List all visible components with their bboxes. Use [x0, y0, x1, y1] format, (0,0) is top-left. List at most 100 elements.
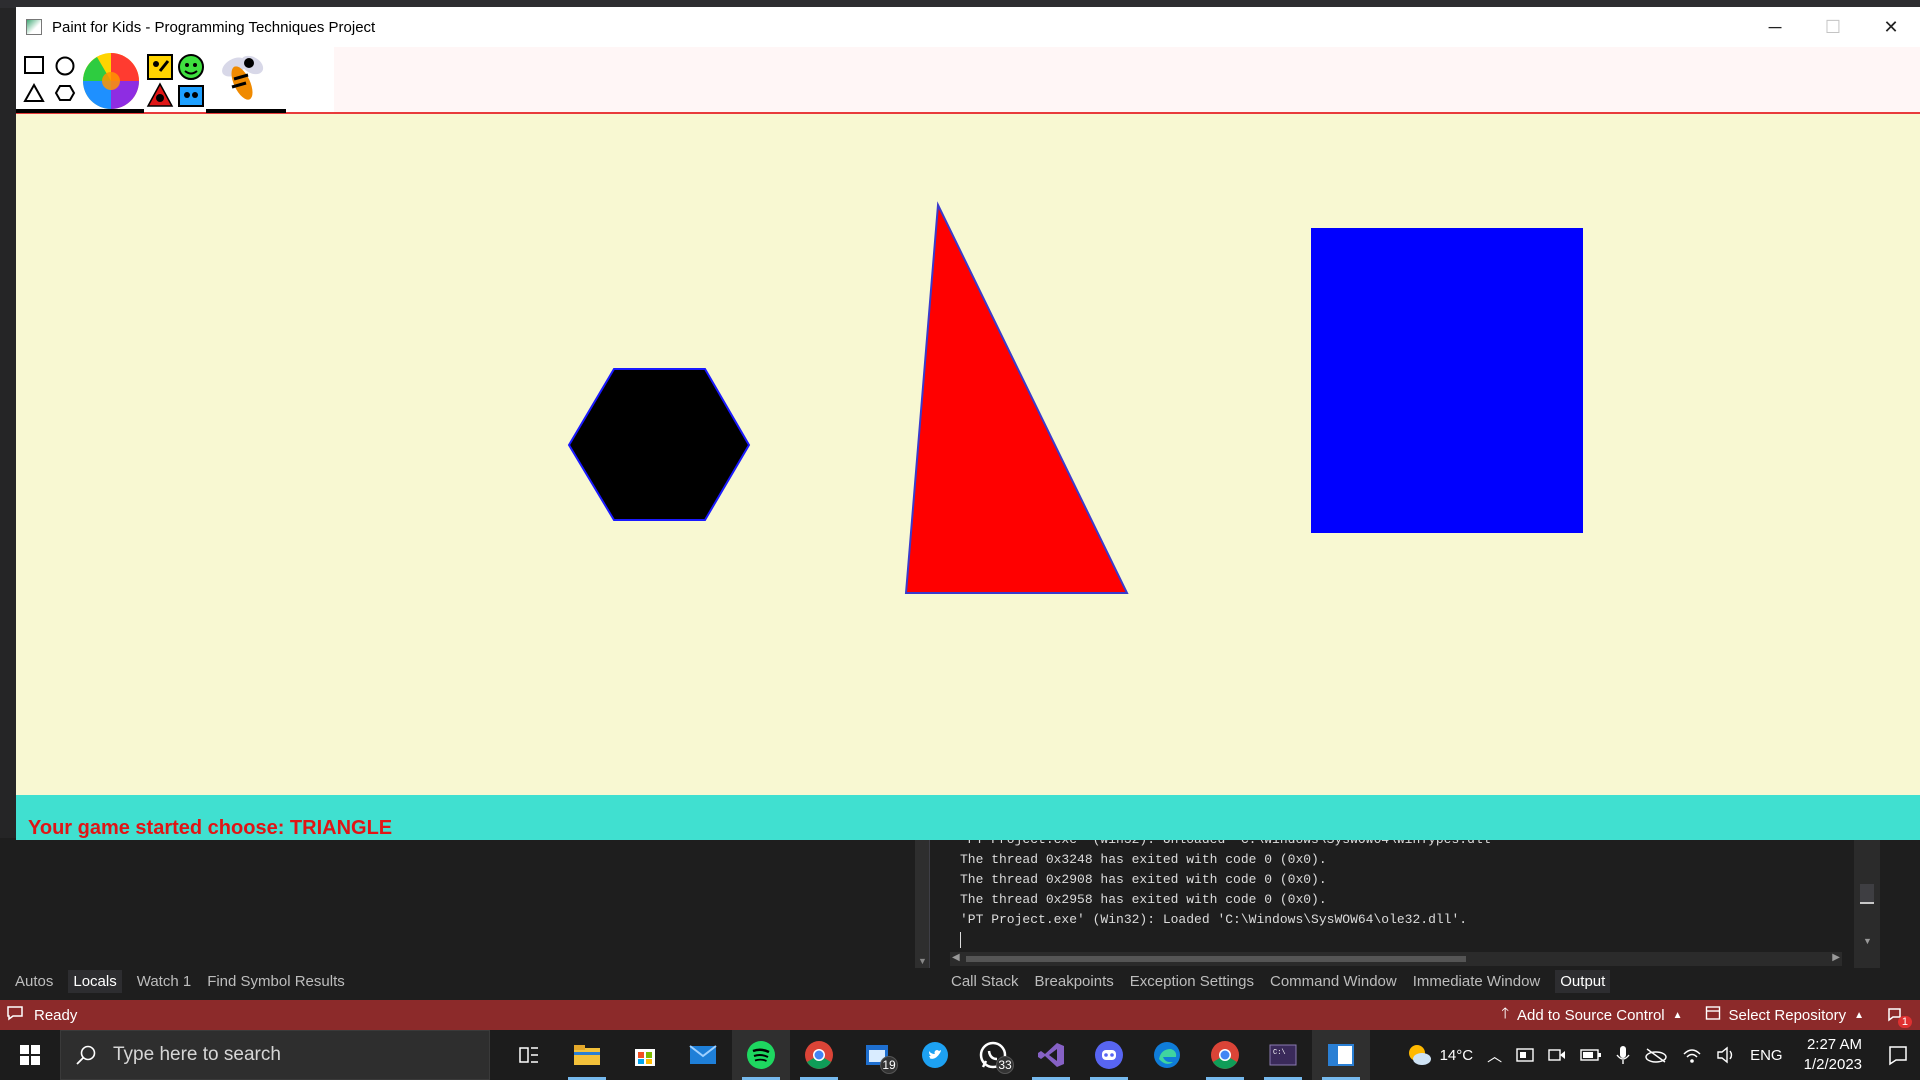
tool-group-underline [206, 109, 286, 113]
visual-studio-icon [1038, 1043, 1064, 1067]
repository-label: Select Repository [1728, 1006, 1847, 1024]
minimize-button[interactable]: ─ [1746, 7, 1804, 47]
weather-temperature: 14°C [1439, 1046, 1474, 1064]
game-status-message: Your game started choose: TRIANGLE [28, 817, 393, 839]
notification-badge: 19 [880, 1056, 898, 1074]
microsoft-store-button[interactable] [616, 1030, 674, 1080]
spotify-button[interactable] [732, 1030, 790, 1080]
taskbar-clock[interactable]: 2:27 AM 1/2/2023 [1790, 1035, 1876, 1075]
message-icon[interactable] [6, 1004, 24, 1026]
debug-tabs-left: Autos Locals Watch 1 Find Symbol Results [14, 968, 346, 994]
scroll-right-icon[interactable]: ▶ [1832, 952, 1840, 963]
color-palette-icon[interactable] [79, 51, 143, 111]
scroll-thumb[interactable] [1860, 884, 1874, 904]
output-line: The thread 0x2908 has exited with code 0… [960, 872, 1327, 887]
task-view-button[interactable] [500, 1030, 558, 1080]
volume-icon[interactable] [1709, 1030, 1743, 1080]
terminal-button[interactable]: C:\ [1254, 1030, 1312, 1080]
scroll-down-icon[interactable]: ▼ [918, 956, 927, 966]
tool-group-underline [16, 109, 144, 113]
store-icon [635, 1049, 655, 1066]
tab-autos[interactable]: Autos [14, 970, 54, 993]
mail-button[interactable] [674, 1030, 732, 1080]
square-shape[interactable] [1311, 228, 1583, 533]
visual-studio-button[interactable] [1022, 1030, 1080, 1080]
onedrive-icon[interactable] [1637, 1030, 1675, 1080]
scroll-thumb[interactable] [966, 956, 1466, 962]
notification-badge: 33 [996, 1056, 1014, 1074]
show-hidden-icons-button[interactable]: ︿ [1480, 1030, 1509, 1080]
rectangle-tool-icon[interactable] [23, 55, 45, 77]
app-icon [26, 19, 42, 35]
exit-icon[interactable] [212, 49, 272, 109]
battery-icon[interactable] [1573, 1030, 1609, 1080]
output-text[interactable]: 'PT Project.exe' (Win32): Unloaded 'C:\W… [960, 832, 1498, 948]
tab-find-symbol-results[interactable]: Find Symbol Results [206, 970, 346, 993]
input-language[interactable]: ENG [1743, 1030, 1790, 1080]
source-control-label: Add to Source Control [1517, 1006, 1665, 1024]
windows-logo-icon [20, 1045, 40, 1065]
tab-exception-settings[interactable]: Exception Settings [1129, 970, 1255, 993]
tab-output[interactable]: Output [1555, 969, 1611, 993]
tab-breakpoints[interactable]: Breakpoints [1034, 970, 1115, 993]
outlook-button[interactable]: 19 [848, 1030, 906, 1080]
app-window-icon [1328, 1044, 1354, 1066]
tab-locals[interactable]: Locals [68, 969, 122, 993]
notifications-button[interactable]: 1 [1886, 1006, 1912, 1028]
pick-by-both-icon[interactable] [146, 82, 174, 110]
add-to-source-control-button[interactable]: 🡑 Add to Source Control ▲ [1501, 1003, 1682, 1028]
window-title: Paint for Kids - Programming Techniques … [52, 18, 376, 36]
tab-immediate-window[interactable]: Immediate Window [1412, 970, 1542, 993]
search-placeholder: Type here to search [113, 1044, 281, 1065]
whatsapp-button[interactable]: 33 [964, 1030, 1022, 1080]
locals-scrollbar[interactable]: ▼ [915, 838, 929, 968]
select-repository-button[interactable]: Select Repository ▲ [1705, 1005, 1864, 1025]
twitter-icon [922, 1042, 948, 1068]
close-button[interactable]: ✕ [1862, 7, 1920, 47]
taskbar-search[interactable]: Type here to search [60, 1030, 490, 1080]
triangle-shape[interactable] [904, 201, 1129, 594]
discord-icon [1095, 1041, 1123, 1069]
mail-icon [689, 1045, 717, 1064]
tab-call-stack[interactable]: Call Stack [950, 970, 1020, 993]
drawing-canvas[interactable] [16, 114, 1920, 801]
twitter-button[interactable] [906, 1030, 964, 1080]
hexagon-tool-icon[interactable] [54, 82, 76, 104]
meet-now-icon[interactable] [1541, 1030, 1573, 1080]
pick-by-color-icon[interactable] [177, 53, 205, 81]
paint-for-kids-button[interactable] [1312, 1030, 1370, 1080]
paint-window: Paint for Kids - Programming Techniques … [16, 7, 1920, 840]
action-center-button[interactable] [1876, 1044, 1920, 1066]
weather-icon [1408, 1045, 1431, 1065]
file-explorer-button[interactable] [558, 1030, 616, 1080]
tray-app-icon[interactable] [1509, 1030, 1541, 1080]
discord-button[interactable] [1080, 1030, 1138, 1080]
game-mode-icon[interactable] [177, 82, 205, 110]
circle-tool-icon[interactable] [54, 55, 76, 77]
triangle-tool-icon[interactable] [23, 82, 45, 104]
title-bar[interactable]: Paint for Kids - Programming Techniques … [16, 7, 1920, 47]
start-button[interactable] [0, 1030, 60, 1080]
output-horizontal-scrollbar[interactable]: ◀ ▶ [950, 952, 1842, 966]
repository-icon [1705, 1005, 1721, 1025]
microphone-icon[interactable] [1609, 1030, 1637, 1080]
taskbar: Type here to search 19 33 C:\ 14°C ︿ ENG… [0, 1030, 1920, 1080]
tab-watch-1[interactable]: Watch 1 [136, 970, 192, 993]
arrow-up-icon: 🡑 [1501, 1004, 1510, 1022]
chrome-profile-button[interactable] [1196, 1030, 1254, 1080]
pick-by-type-icon[interactable] [146, 53, 174, 81]
scroll-left-icon[interactable]: ◀ [952, 952, 960, 963]
edge-button[interactable] [1138, 1030, 1196, 1080]
game-status-bar: Your game started choose: TRIANGLE [16, 795, 1920, 840]
tab-command-window[interactable]: Command Window [1269, 970, 1398, 993]
hexagon-shape[interactable] [567, 368, 751, 521]
chrome-button[interactable] [790, 1030, 848, 1080]
maximize-button[interactable]: ☐ [1804, 7, 1862, 47]
output-vertical-scrollbar[interactable]: ▼ [1854, 838, 1880, 968]
terminal-icon: C:\ [1269, 1044, 1297, 1066]
weather-widget[interactable]: 14°C [1399, 1030, 1481, 1080]
folder-icon [574, 1045, 600, 1065]
scroll-down-icon[interactable]: ▼ [1863, 936, 1872, 946]
wifi-icon[interactable] [1675, 1030, 1709, 1080]
caret-up-icon: ▲ [1854, 1009, 1864, 1021]
